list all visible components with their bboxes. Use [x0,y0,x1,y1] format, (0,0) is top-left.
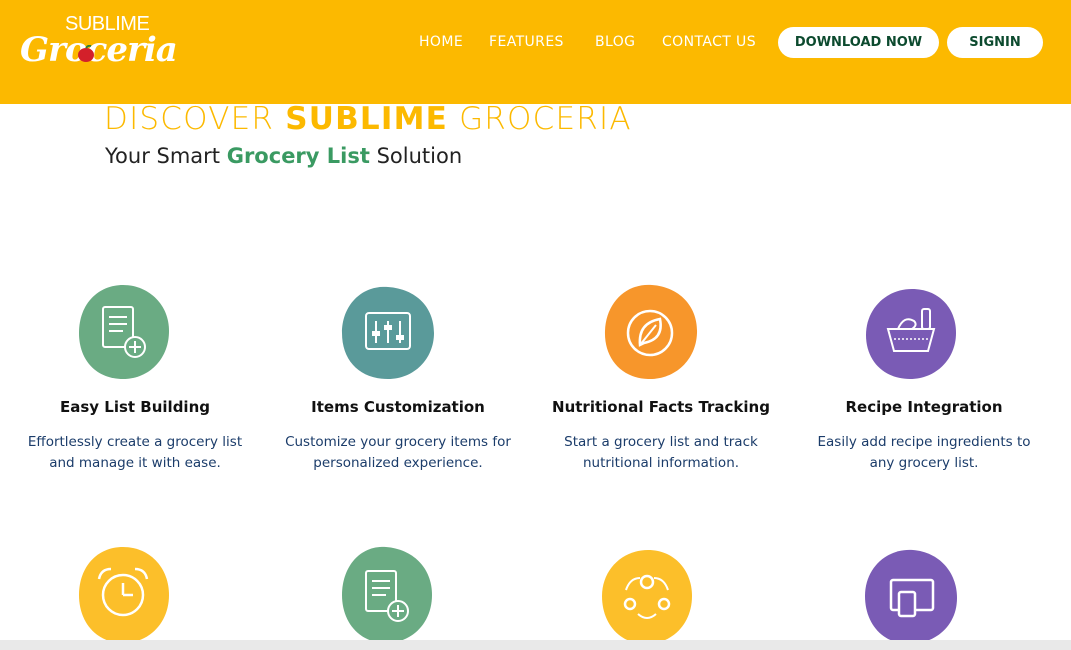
feature-desc-line: personalized experience. [313,455,483,471]
apple-icon [78,45,94,62]
feature-desc-items-customization: Customize your grocery items for personal… [268,432,528,474]
feature-title-items-customization: Items Customization [311,398,485,416]
feature-desc-line: Start a grocery list and track [564,434,758,450]
download-now-button[interactable]: DOWNLOAD NOW [778,27,939,58]
bottom-strip [0,640,1071,650]
nav-features[interactable]: FEATURES [489,34,564,50]
feature-desc-recipe-integration: Easily add recipe ingredients to any groc… [794,432,1054,474]
feature-desc-line: Effortlessly create a grocery list [27,434,243,450]
list-add-icon [342,546,432,643]
nav-home[interactable]: HOME [419,34,463,50]
brand-logo[interactable]: SUBLIME Groceria [18,10,178,92]
feature-desc-line: Customize your grocery items for [285,434,511,450]
sliders-icon [342,286,434,379]
hero-sub-post: Solution [369,144,463,168]
feature-desc-nutritional-facts: Start a grocery list and track nutritiona… [531,432,791,474]
leaf-icon [604,284,698,380]
hero-title-pre: DISCOVER [104,101,286,137]
hero-sub-pre: Your Smart [105,144,227,168]
feature-title-nutritional-facts: Nutritional Facts Tracking [552,398,770,416]
hero-title-post: GROCERIA [448,101,632,137]
logo-main-text: Groceria [20,30,178,70]
hero-sub-bold: Grocery List [226,144,370,168]
hero-title: DISCOVER SUBLIME GROCERIA [104,101,632,137]
feature-title-easy-list: Easy List Building [59,398,210,416]
feature-desc-line: and manage it with ease. [49,455,221,471]
nav-contact-us[interactable]: CONTACT US [662,34,756,50]
people-network-icon [602,550,692,644]
feature-title-recipe-integration: Recipe Integration [845,398,1003,416]
nav-blog[interactable]: BLOG [595,34,635,50]
signin-button[interactable]: SIGNIN [947,27,1043,58]
page: SUBLIME Groceria HOME FEATURES BLOG CONT… [0,0,1071,650]
feature-desc-line: nutritional information. [582,455,740,471]
feature-desc-line: Easily add recipe ingredients to [817,434,1031,450]
site-header: SUBLIME Groceria HOME FEATURES BLOG CONT… [0,0,1071,104]
devices-icon [865,549,957,644]
basket-icon [866,289,956,379]
alarm-clock-icon [79,547,169,643]
feature-desc-line: any grocery list. [869,455,979,471]
feature-desc-easy-list: Effortlessly create a grocery list and ma… [5,432,265,474]
list-add-icon [79,285,169,379]
hero-title-bold: SUBLIME [285,101,449,137]
hero-subtitle: Your Smart Grocery List Solution [105,144,462,168]
